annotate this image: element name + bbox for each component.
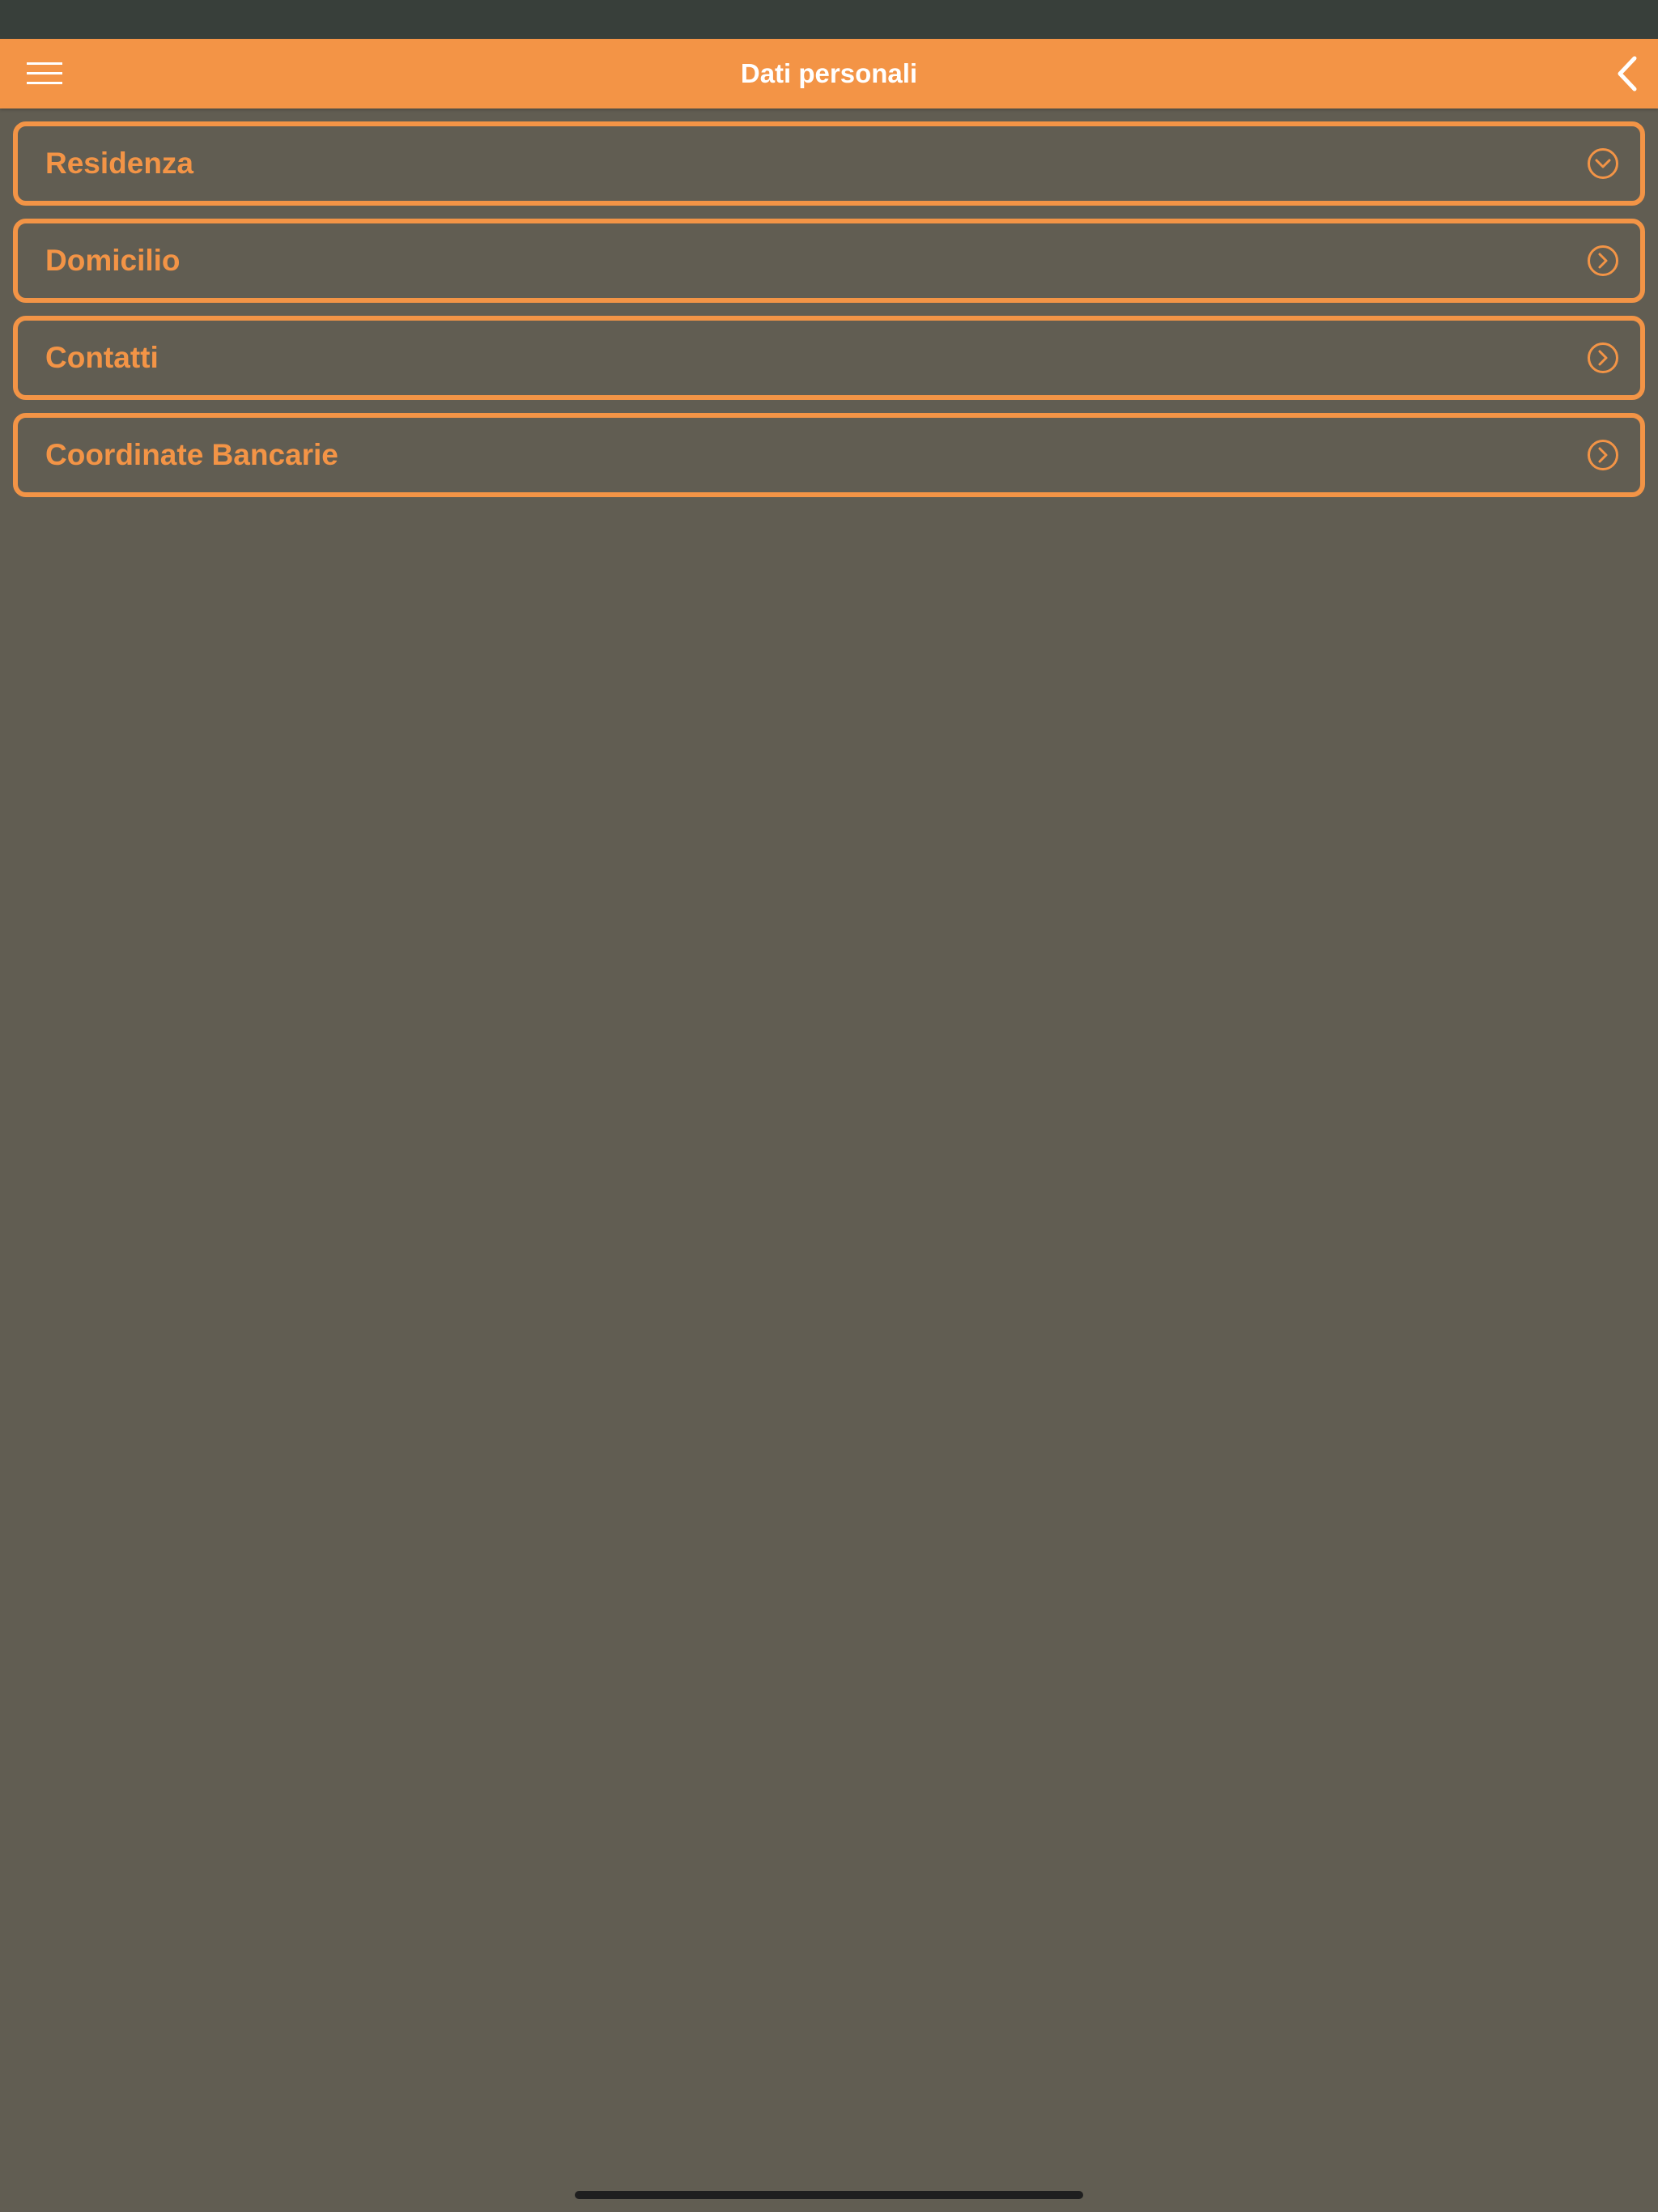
chevron-down-circle-icon [1588,148,1618,179]
section-residenza[interactable]: Residenza [13,121,1645,206]
menu-button[interactable] [21,53,68,94]
chevron-right-circle-icon [1588,245,1618,276]
navigation-bar: Dati personali [0,39,1658,108]
chevron-left-icon [1618,56,1637,91]
page-title: Dati personali [740,58,918,88]
section-label: Contatti [45,341,159,374]
status-bar [0,0,1658,39]
section-coordinate-bancarie[interactable]: Coordinate Bancarie [13,413,1645,497]
back-button[interactable] [1606,50,1648,97]
chevron-right-circle-icon [1588,342,1618,373]
sections-list: Residenza Domicilio Contatti Coordinate … [13,121,1645,510]
hamburger-menu-icon [27,62,62,84]
section-label: Residenza [45,147,194,180]
section-domicilio[interactable]: Domicilio [13,219,1645,303]
section-contatti[interactable]: Contatti [13,316,1645,400]
section-label: Domicilio [45,244,181,277]
section-label: Coordinate Bancarie [45,438,338,471]
chevron-right-circle-icon [1588,440,1618,470]
home-indicator[interactable] [575,2191,1083,2199]
